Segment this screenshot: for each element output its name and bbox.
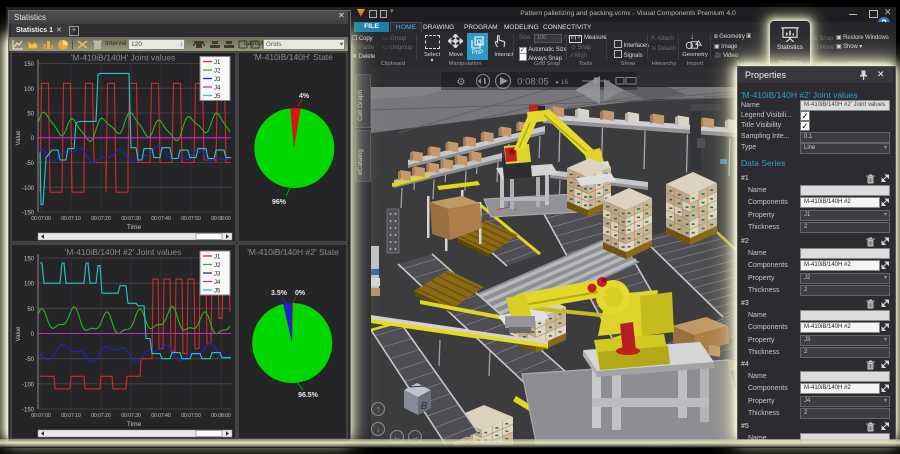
svg-text:150: 150: [24, 257, 35, 263]
svg-text:-100: -100: [22, 382, 35, 388]
svg-text:100: 100: [24, 282, 35, 288]
svg-text:96%: 96%: [272, 199, 287, 206]
svg-text:00:07:10: 00:07:10: [61, 413, 81, 419]
svg-text:-100: -100: [22, 186, 35, 192]
svg-text:3.5%: 3.5%: [271, 290, 288, 297]
svg-text:00:07:00: 00:07:00: [31, 413, 51, 419]
svg-text:00:07:40: 00:07:40: [151, 413, 171, 419]
svg-text:00:07:10: 00:07:10: [61, 216, 81, 222]
svg-text:J2: J2: [214, 69, 221, 75]
svg-text:100: 100: [24, 87, 35, 93]
svg-text:J4: J4: [214, 86, 221, 92]
svg-text:Time: Time: [127, 421, 142, 428]
svg-text:00:07:50: 00:07:50: [181, 413, 201, 419]
svg-text:J5: J5: [214, 289, 221, 295]
svg-text:00:07:20: 00:07:20: [91, 413, 111, 419]
svg-text:Value: Value: [16, 130, 22, 146]
svg-text:00:07:00: 00:07:00: [31, 216, 51, 222]
svg-text:00:07:30: 00:07:30: [121, 413, 141, 419]
svg-text:J1: J1: [214, 255, 221, 261]
svg-text:Value: Value: [16, 326, 22, 342]
svg-text:150: 150: [24, 62, 35, 68]
svg-text:-50: -50: [25, 161, 34, 167]
svg-text:-50: -50: [25, 357, 34, 363]
svg-text:00:08:00: 00:08:00: [211, 216, 231, 222]
svg-text:'M-410iB/140H #2' State: 'M-410iB/140H #2' State: [247, 247, 339, 257]
svg-text:J3: J3: [214, 272, 221, 278]
svg-text:4%: 4%: [299, 93, 310, 100]
svg-text:J5: J5: [214, 94, 221, 100]
svg-text:00:07:50: 00:07:50: [181, 216, 201, 222]
svg-text:50: 50: [27, 112, 34, 118]
svg-text:'M-410iB/140H' State: 'M-410iB/140H' State: [253, 52, 333, 62]
svg-text:00:08:00: 00:08:00: [211, 413, 231, 419]
svg-text:J4: J4: [214, 280, 221, 286]
svg-text:J3: J3: [214, 77, 221, 83]
svg-text:'M-410iB/140H' Joint values: 'M-410iB/140H' Joint values: [71, 53, 176, 63]
svg-text:J2: J2: [214, 263, 221, 269]
svg-text:96.5%: 96.5%: [298, 392, 319, 399]
svg-text:'M-410iB/140H #2' Joint values: 'M-410iB/140H #2' Joint values: [65, 247, 182, 257]
svg-text:00:07:20: 00:07:20: [91, 216, 111, 222]
svg-text:Time: Time: [127, 224, 142, 231]
svg-text:0%: 0%: [295, 290, 306, 297]
svg-text:50: 50: [27, 307, 34, 313]
svg-text:00:07:40: 00:07:40: [151, 216, 171, 222]
svg-text:00:07:30: 00:07:30: [121, 216, 141, 222]
svg-text:J1: J1: [214, 60, 221, 66]
